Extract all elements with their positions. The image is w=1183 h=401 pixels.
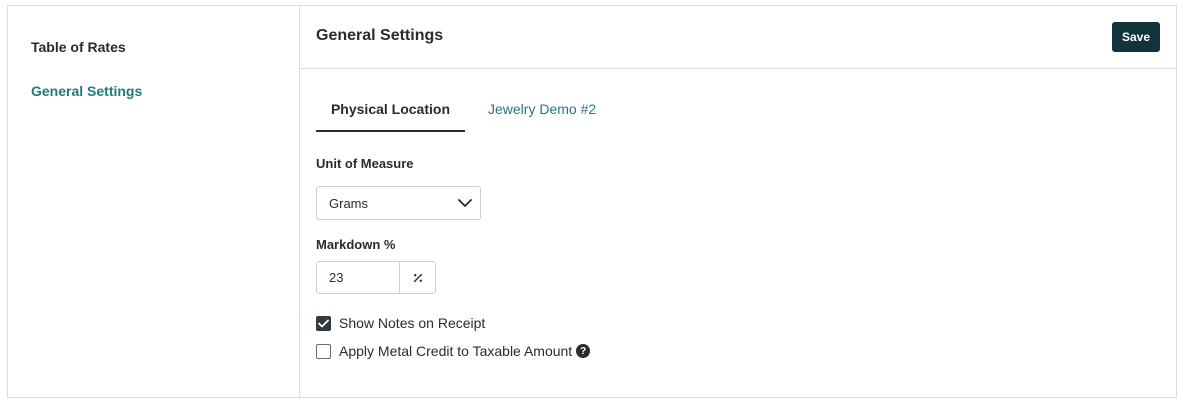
tab-jewelry-demo-2[interactable]: Jewelry Demo #2 <box>488 101 596 132</box>
settings-panel: Table of Rates General Settings General … <box>7 5 1177 398</box>
main-header: General Settings Save <box>300 6 1176 69</box>
unit-of-measure-select[interactable]: Grams <box>316 186 481 220</box>
metal-credit-option[interactable]: Apply Metal Credit to Taxable Amount ? <box>316 343 591 359</box>
chevron-down-icon <box>458 199 472 207</box>
checkmark-icon <box>318 319 329 327</box>
show-notes-option[interactable]: Show Notes on Receipt <box>316 315 485 331</box>
location-tabs: Physical Location Jewelry Demo #2 <box>316 101 616 132</box>
unit-of-measure-label: Unit of Measure <box>316 156 414 171</box>
sidebar-item-table-of-rates[interactable]: Table of Rates <box>31 39 126 55</box>
save-button[interactable]: Save <box>1112 22 1160 52</box>
show-notes-checkbox[interactable] <box>316 315 331 331</box>
page-title: General Settings <box>316 27 444 44</box>
sidebar-item-general-settings[interactable]: General Settings <box>31 83 142 99</box>
percent-icon <box>400 262 435 293</box>
question-circle-icon[interactable]: ? <box>576 344 591 358</box>
show-notes-label: Show Notes on Receipt <box>339 315 486 331</box>
unit-of-measure-value: Grams <box>329 196 368 211</box>
metal-credit-label: Apply Metal Credit to Taxable Amount <box>339 343 573 359</box>
main-content: General Settings Save Physical Location … <box>300 6 1176 397</box>
tab-physical-location[interactable]: Physical Location <box>316 101 465 132</box>
metal-credit-checkbox[interactable] <box>316 343 331 359</box>
markdown-input-group <box>316 261 436 294</box>
sidebar: Table of Rates General Settings <box>8 6 300 397</box>
markdown-label: Markdown % <box>316 237 396 252</box>
markdown-input[interactable] <box>317 262 400 293</box>
